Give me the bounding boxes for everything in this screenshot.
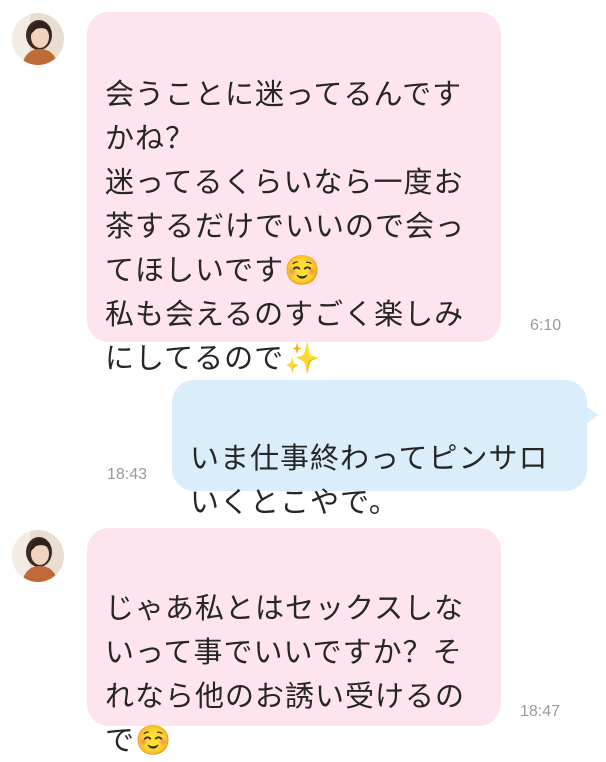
message-text: いま仕事終わってピンサロ いくとこやで。 [190,441,549,519]
sender-avatar[interactable] [12,530,64,582]
message-timestamp: 18:43 [107,466,148,483]
sender-avatar[interactable] [12,13,64,65]
message-timestamp: 6:10 [530,317,562,334]
message-timestamp: 18:47 [520,703,561,720]
message-text: 会うことに迷ってるんです かね？ 迷ってるくらいなら一度お 茶するだけでいいので… [105,77,466,375]
message-bubble[interactable]: いま仕事終わってピンサロ いくとこやで。 [172,380,587,519]
avatar-photo-icon [12,13,64,65]
bubble-tail [586,406,598,424]
message-bubble[interactable]: じゃあ私とはセックスしな いって事でいいですか？そ れなら他のお誘い受けるの で… [87,528,501,757]
message-text: じゃあ私とはセックスしな いって事でいいですか？そ れなら他のお誘い受けるの で… [105,591,466,757]
message-bubble[interactable]: 会うことに迷ってるんです かね？ 迷ってるくらいなら一度お 茶するだけでいいので… [87,12,501,375]
avatar-photo-icon [12,530,64,582]
